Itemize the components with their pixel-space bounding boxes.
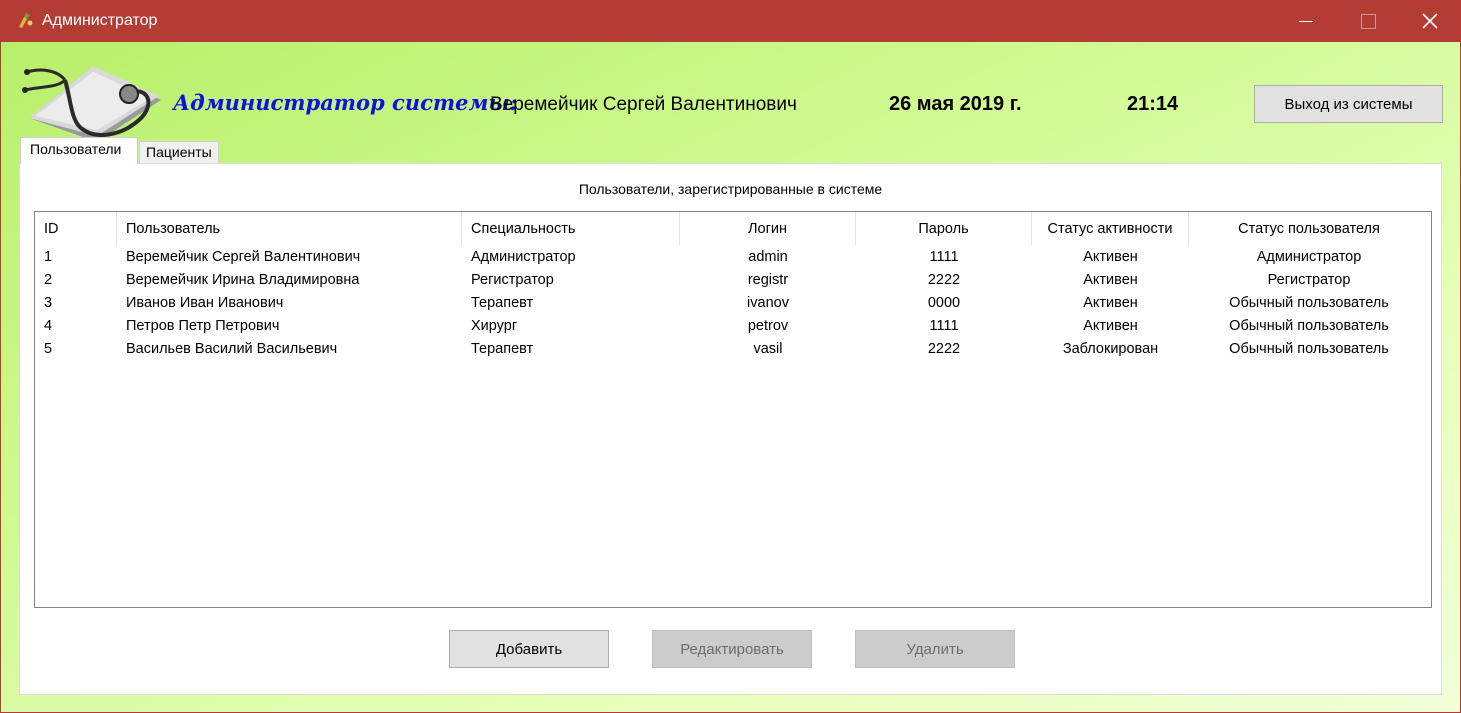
column-header-id[interactable]: ID bbox=[35, 212, 117, 246]
cell-user-status: Администратор bbox=[1256, 249, 1362, 265]
column-header-activity-status[interactable]: Статус активности bbox=[1032, 212, 1189, 246]
column-header-login[interactable]: Логин bbox=[680, 212, 856, 246]
current-date: 26 мая 2019 г. bbox=[889, 93, 1022, 115]
close-icon bbox=[1422, 13, 1438, 29]
cell-password: 0000 bbox=[927, 295, 961, 311]
table-row[interactable]: 1 Веремейчик Сергей Валентинович Админис… bbox=[35, 246, 1431, 269]
cell-id: 3 bbox=[44, 295, 53, 311]
cell-user-status: Регистратор bbox=[1267, 272, 1351, 288]
cell-login: registr bbox=[747, 272, 789, 288]
panel-caption: Пользователи, зарегистрированные в систе… bbox=[578, 181, 883, 197]
users-tab-panel: Пользователи, зарегистрированные в систе… bbox=[19, 163, 1442, 695]
cell-activity-status: Активен bbox=[1083, 272, 1138, 288]
main-area: Администратор системы: Веремейчик Сергей… bbox=[1, 42, 1460, 712]
cell-password: 2222 bbox=[927, 341, 961, 357]
cell-password: 1111 bbox=[929, 249, 959, 265]
cell-login: admin bbox=[748, 249, 788, 265]
table-row[interactable]: 3 Иванов Иван Иванович Терапевт ivanov 0… bbox=[35, 292, 1431, 315]
cell-password: 1111 bbox=[929, 318, 959, 334]
column-header-specialty[interactable]: Специальность bbox=[462, 212, 680, 246]
maximize-button[interactable] bbox=[1337, 0, 1399, 42]
cell-activity-status: Активен bbox=[1083, 295, 1138, 311]
edit-user-button[interactable]: Редактировать bbox=[652, 630, 812, 668]
table-row[interactable]: 4 Петров Петр Петрович Хирург petrov 111… bbox=[35, 315, 1431, 338]
current-time: 21:14 bbox=[1127, 93, 1179, 115]
minimize-button[interactable] bbox=[1275, 0, 1337, 42]
table-row[interactable]: 2 Веремейчик Ирина Владимировна Регистра… bbox=[35, 269, 1431, 292]
cell-user: Васильев Василий Васильевич bbox=[126, 341, 338, 357]
cell-user: Веремейчик Сергей Валентинович bbox=[126, 249, 361, 265]
tab-patients[interactable]: Пациенты bbox=[139, 141, 219, 163]
cell-user-status: Обычный пользователь bbox=[1229, 318, 1389, 334]
cell-id: 2 bbox=[44, 272, 53, 288]
column-header-user[interactable]: Пользователь bbox=[117, 212, 462, 246]
title-bar[interactable]: Администратор bbox=[1, 0, 1461, 42]
cell-login: ivanov bbox=[747, 295, 789, 311]
cell-id: 1 bbox=[44, 249, 53, 265]
cell-id: 5 bbox=[44, 341, 53, 357]
delete-user-button[interactable]: Удалить bbox=[855, 630, 1015, 668]
cell-login: petrov bbox=[747, 318, 789, 334]
table-row[interactable]: 5 Васильев Василий Васильевич Терапевт v… bbox=[35, 338, 1431, 361]
app-icon bbox=[15, 11, 35, 31]
cell-activity-status: Заблокирован bbox=[1062, 341, 1159, 357]
cell-user-status: Обычный пользователь bbox=[1229, 295, 1389, 311]
column-header-user-status[interactable]: Статус пользователя bbox=[1189, 212, 1429, 246]
column-header-password[interactable]: Пароль bbox=[856, 212, 1032, 246]
add-user-button[interactable]: Добавить bbox=[449, 630, 609, 668]
tab-users[interactable]: Пользователи bbox=[20, 137, 138, 164]
cell-specialty: Хирург bbox=[471, 318, 518, 334]
cell-user: Иванов Иван Иванович bbox=[126, 295, 284, 311]
cell-user: Петров Петр Петрович bbox=[126, 318, 280, 334]
role-title: Администратор системы: bbox=[173, 90, 518, 115]
cell-login: vasil bbox=[753, 341, 783, 357]
app-window: Администратор Администратор системы: Вер… bbox=[0, 0, 1461, 713]
cell-password: 2222 bbox=[927, 272, 961, 288]
cell-activity-status: Активен bbox=[1083, 249, 1138, 265]
close-button[interactable] bbox=[1399, 0, 1461, 42]
cell-user-status: Обычный пользователь bbox=[1229, 341, 1389, 357]
cell-specialty: Регистратор bbox=[471, 272, 554, 288]
cell-specialty: Терапевт bbox=[471, 295, 534, 311]
cell-specialty: Администратор bbox=[471, 249, 576, 265]
users-table[interactable]: ID Пользователь Специальность Логин Паро… bbox=[34, 211, 1432, 608]
cell-user: Веремейчик Ирина Владимировна bbox=[126, 272, 360, 288]
cell-specialty: Терапевт bbox=[471, 341, 534, 357]
logout-button[interactable]: Выход из системы bbox=[1254, 85, 1443, 123]
cell-activity-status: Активен bbox=[1083, 318, 1138, 334]
window-title: Администратор bbox=[42, 12, 158, 29]
stethoscope-logo bbox=[21, 60, 166, 142]
table-header: ID Пользователь Специальность Логин Паро… bbox=[35, 212, 1431, 246]
cell-id: 4 bbox=[44, 318, 53, 334]
current-user-name: Веремейчик Сергей Валентинович bbox=[490, 94, 797, 115]
